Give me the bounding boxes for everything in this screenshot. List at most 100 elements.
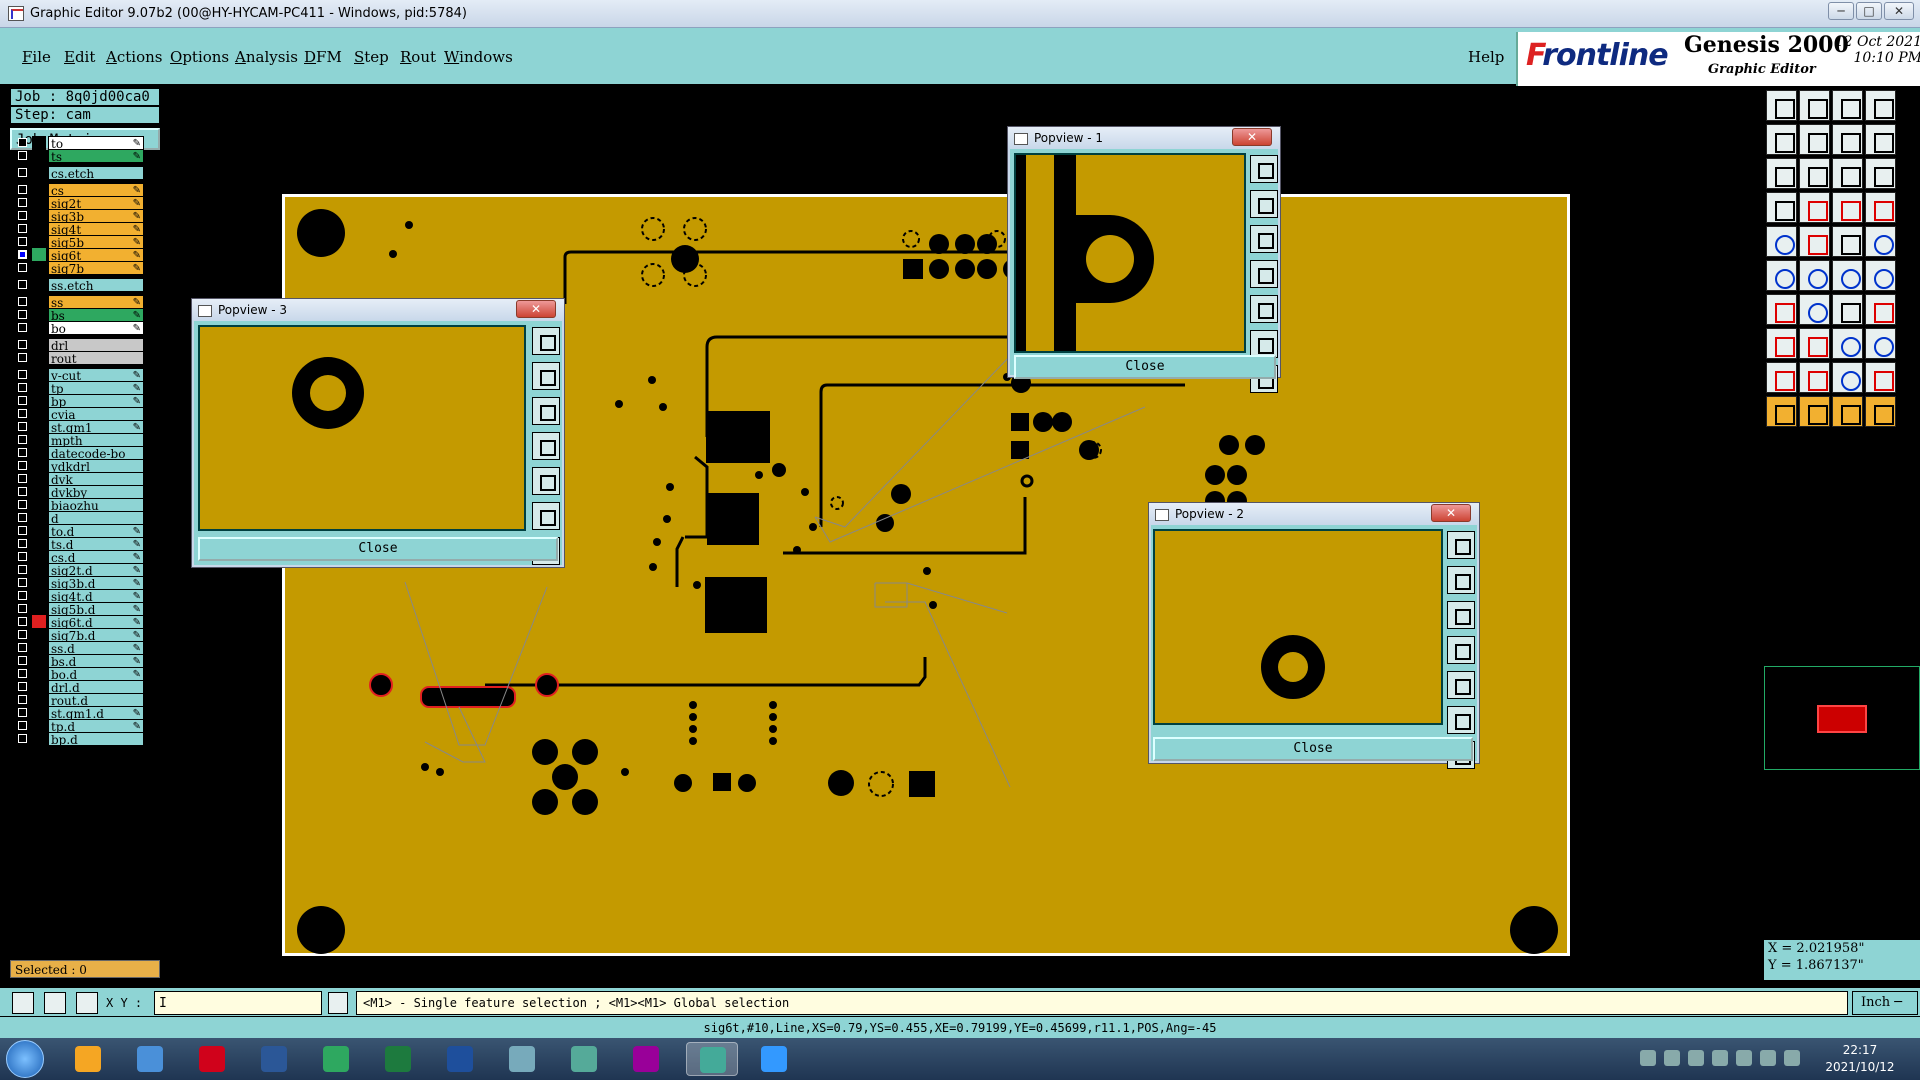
layer-row[interactable]: sig4t ✎ [14,222,144,237]
menu-windows[interactable]: Windows [444,48,513,66]
layer-display-marker[interactable] [32,654,46,668]
layer-display-marker[interactable] [32,563,46,577]
layer-display-marker[interactable] [32,338,46,352]
layer-display-marker[interactable] [32,446,46,460]
tool-icon[interactable] [1865,158,1896,189]
layer-checkbox[interactable] [18,474,27,483]
layer-display-marker[interactable] [32,667,46,681]
layer-checkbox[interactable] [18,185,27,194]
layer-row[interactable]: sig6t.d ✎ [14,615,144,630]
system-clock[interactable]: 22:17 2021/10/12 [1810,1042,1910,1076]
zoom-fit-icon[interactable] [532,327,560,355]
pan-down-icon[interactable] [1447,601,1475,629]
pan-right-icon[interactable] [1250,295,1278,323]
layer-display-marker[interactable] [32,485,46,499]
layer-name[interactable]: to.d ✎ [48,524,144,539]
layer-checkbox[interactable] [18,578,27,587]
taskbar-word[interactable] [434,1042,486,1076]
layer-display-marker[interactable] [32,222,46,236]
layer-display-marker[interactable] [32,537,46,551]
layer-row[interactable]: ss.etch [14,278,144,293]
network-icon[interactable] [1760,1050,1776,1066]
layer-checkbox[interactable] [18,435,27,444]
tool-icon[interactable] [1832,90,1863,121]
layer-name[interactable]: rout [48,351,144,366]
layer-row[interactable]: cs ✎ [14,183,144,198]
pan-up-icon[interactable] [1447,566,1475,594]
layer-row[interactable]: d [14,511,144,526]
popview-3-close-icon[interactable]: ✕ [516,300,556,318]
layer-display-marker[interactable] [32,706,46,720]
layer-checkbox[interactable] [18,250,27,259]
layer-display-marker[interactable] [32,261,46,275]
layer-checkbox[interactable] [18,656,27,665]
layer-row[interactable]: cs.etch [14,166,144,181]
graphic-canvas[interactable]: Popview - 1 ✕ Close Popview - 2 ✕ Close … [164,86,1764,986]
layer-checkbox[interactable] [18,721,27,730]
layer-name[interactable]: sig7b ✎ [48,261,144,276]
layer-row[interactable]: to ✎ [14,136,144,151]
layer-name[interactable]: sig6t.d ✎ [48,615,144,630]
tool-icon[interactable] [1766,226,1797,257]
popview-2[interactable]: Popview - 2 ✕ Close [1148,502,1480,769]
layer-name[interactable]: sig6t ✎ [48,248,144,263]
tray-icon-7[interactable] [1784,1050,1800,1066]
layer-checkbox[interactable] [18,151,27,160]
layer-name[interactable]: cs ✎ [48,183,144,198]
layer-name[interactable]: ss ✎ [48,295,144,310]
tool-icon[interactable] [1766,124,1797,155]
close-window-button[interactable]: ✕ [1884,2,1914,20]
layer-display-marker[interactable] [32,732,46,746]
layer-checkbox[interactable] [18,396,27,405]
layer-checkbox[interactable] [18,591,27,600]
layer-row[interactable]: bs ✎ [14,308,144,323]
pan-right-icon[interactable] [532,467,560,495]
layer-checkbox[interactable] [18,526,27,535]
volume-icon[interactable] [1736,1050,1752,1066]
tool-icon[interactable] [1832,396,1863,427]
layer-name[interactable]: tp.d ✎ [48,719,144,734]
layer-row[interactable]: datecode-bo [14,446,144,461]
taskbar-app-3[interactable] [186,1042,238,1076]
layer-checkbox[interactable] [18,310,27,319]
layer-row[interactable]: biaozhu [14,498,144,513]
layer-display-marker[interactable] [32,498,46,512]
tray-icon-1[interactable] [1640,1050,1656,1066]
tool-icon[interactable] [1799,192,1830,223]
layer-checkbox[interactable] [18,617,27,626]
layer-checkbox[interactable] [18,297,27,306]
layer-name[interactable]: sig5b ✎ [48,235,144,250]
pan-up-icon[interactable] [532,362,560,390]
layer-name[interactable]: tp ✎ [48,381,144,396]
tray-icon-4[interactable] [1712,1050,1728,1066]
layer-name[interactable]: sig4t.d ✎ [48,589,144,604]
layer-checkbox[interactable] [18,263,27,272]
layer-checkbox[interactable] [18,198,27,207]
maximize-button[interactable]: □ [1856,2,1882,20]
layer-row[interactable]: bo ✎ [14,321,144,336]
tool-icon[interactable] [1799,90,1830,121]
layer-row[interactable]: sig2t ✎ [14,196,144,211]
layer-display-marker[interactable] [32,295,46,309]
layer-name[interactable]: st.gm1 ✎ [48,420,144,435]
layer-checkbox[interactable] [18,565,27,574]
tool-icon[interactable] [1865,362,1896,393]
taskbar-app-10[interactable] [620,1042,672,1076]
layer-display-marker[interactable] [32,209,46,223]
layer-display-marker[interactable] [32,278,46,292]
layer-display-marker[interactable] [32,235,46,249]
layer-name[interactable]: cs.d ✎ [48,550,144,565]
layer-name[interactable]: ss.d ✎ [48,641,144,656]
layer-name[interactable]: dvk [48,472,144,487]
layer-checkbox[interactable] [18,237,27,246]
zoom-in-icon[interactable] [1250,330,1278,358]
taskbar-app-8[interactable] [496,1042,548,1076]
popview-2-view[interactable] [1153,529,1443,725]
menu-options[interactable]: Options [170,48,229,66]
layer-name[interactable]: dvkby [48,485,144,500]
layer-row[interactable]: dvk [14,472,144,487]
tool-icon[interactable] [1832,124,1863,155]
layer-checkbox[interactable] [18,695,27,704]
layer-row[interactable]: sig3b ✎ [14,209,144,224]
layer-row[interactable]: to.d ✎ [14,524,144,539]
